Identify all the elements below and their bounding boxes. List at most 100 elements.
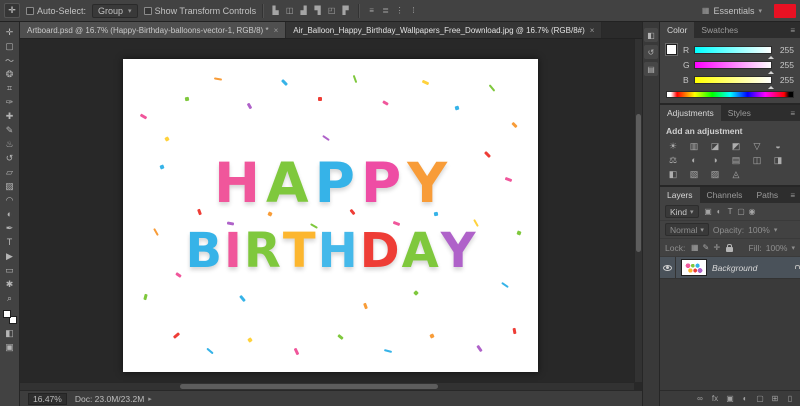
distribute-horizontal-icon[interactable]: ⁞ — [407, 5, 420, 17]
eyedropper-tool[interactable]: ✑ — [2, 95, 18, 109]
align-vertical-centers-icon[interactable]: ◰ — [325, 5, 338, 17]
lock-all-icon[interactable] — [726, 243, 734, 252]
foreground-color-swatch[interactable] — [665, 43, 678, 56]
exposure-icon[interactable]: ◩ — [729, 140, 743, 152]
filter-type-layers-icon[interactable]: T — [725, 206, 736, 218]
tab-swatches[interactable]: Swatches — [694, 22, 745, 38]
record-indicator[interactable] — [774, 3, 796, 18]
zoom-tool[interactable]: ⌕ — [2, 291, 18, 305]
tab-paths[interactable]: Paths — [749, 187, 785, 203]
selective-color-icon[interactable]: ◬ — [729, 168, 743, 180]
eraser-tool[interactable]: ▱ — [2, 165, 18, 179]
new-adjustment-layer-icon[interactable]: ◐ — [740, 393, 750, 405]
threshold-icon[interactable]: ▧ — [687, 168, 701, 180]
fill-value[interactable]: 100% — [766, 243, 788, 253]
vibrance-icon[interactable]: ▽ — [750, 140, 764, 152]
invert-icon[interactable]: ◨ — [771, 154, 785, 166]
channel-value[interactable]: 255 — [776, 60, 794, 70]
filter-pixel-layers-icon[interactable]: ▣ — [703, 206, 714, 218]
levels-icon[interactable]: ▥ — [687, 140, 701, 152]
properties-panel-icon[interactable]: ◧ — [644, 28, 658, 42]
horizontal-scrollbar[interactable] — [20, 382, 634, 390]
add-layer-mask-icon[interactable]: ▣ — [725, 393, 735, 405]
path-selection-tool[interactable]: ▶ — [2, 249, 18, 263]
layer-name[interactable]: Background — [712, 263, 794, 273]
zoom-level-field[interactable]: 16.47% — [28, 392, 67, 405]
lock-image-icon[interactable]: ✎ — [700, 242, 711, 254]
screen-mode-icon[interactable]: ▣ — [2, 340, 18, 354]
filter-adjustment-layers-icon[interactable]: ◐ — [714, 206, 725, 218]
panel-menu-icon[interactable]: ≡ — [785, 187, 800, 203]
distribute-left-icon[interactable]: ⋮ — [393, 5, 406, 17]
auto-select-group-dropdown[interactable]: Group ▾ — [92, 3, 138, 18]
align-left-edges-icon[interactable]: ▙ — [269, 5, 282, 17]
workspace-switcher[interactable]: ▦ Essentials ▾ — [696, 6, 768, 16]
align-top-edges-icon[interactable]: ▜ — [311, 5, 324, 17]
channel-slider[interactable] — [694, 75, 774, 89]
channel-mixer-icon[interactable]: ▤ — [729, 154, 743, 166]
document-size-info[interactable]: Doc: 23.0M/23.2M ▸ — [75, 394, 152, 404]
move-tool[interactable]: ✛ — [2, 25, 18, 39]
black-white-icon[interactable]: ◐ — [687, 154, 701, 166]
canvas-pasteboard[interactable]: HAPPY BIRTHDAY — [20, 39, 642, 390]
visibility-toggle[interactable] — [660, 257, 676, 278]
scrollbar-thumb[interactable] — [179, 384, 438, 389]
active-tool-icon[interactable]: ✛ — [4, 3, 20, 18]
gradient-map-icon[interactable]: ▨ — [708, 168, 722, 180]
distribute-top-icon[interactable]: ≡ — [365, 5, 378, 17]
hue-saturation-icon[interactable]: ◒ — [771, 140, 785, 152]
lock-transparency-icon[interactable]: ▦ — [689, 242, 700, 254]
gradient-tool[interactable]: ▨ — [2, 179, 18, 193]
vertical-scrollbar[interactable] — [634, 39, 642, 382]
healing-brush-tool[interactable]: ✚ — [2, 109, 18, 123]
history-brush-tool[interactable]: ↺ — [2, 151, 18, 165]
link-layers-icon[interactable]: ∞ — [695, 393, 705, 405]
channel-value[interactable]: 255 — [776, 45, 794, 55]
align-horizontal-centers-icon[interactable]: ◫ — [283, 5, 296, 17]
crop-tool[interactable]: ⌗ — [2, 81, 18, 95]
close-tab-icon[interactable]: × — [274, 26, 279, 35]
distribute-vertical-icon[interactable]: ≣ — [379, 5, 392, 17]
posterize-icon[interactable]: ◧ — [666, 168, 680, 180]
history-panel-icon[interactable]: ↺ — [644, 45, 658, 59]
clone-stamp-tool[interactable]: ♨ — [2, 137, 18, 151]
marquee-tool[interactable]: ▢ — [2, 39, 18, 53]
quick-mask-icon[interactable]: ◧ — [2, 326, 18, 340]
delete-layer-icon[interactable]: ▯ — [785, 393, 795, 405]
open-document[interactable]: HAPPY BIRTHDAY — [123, 59, 538, 372]
show-transform-controls-checkbox[interactable]: Show Transform Controls — [143, 6, 256, 16]
brush-tool[interactable]: ✎ — [2, 123, 18, 137]
filter-smart-objects-icon[interactable]: ◉ — [747, 206, 758, 218]
dodge-tool[interactable]: ◐ — [2, 207, 18, 221]
channel-slider[interactable] — [694, 60, 774, 74]
new-group-icon[interactable]: ▢ — [755, 393, 765, 405]
align-bottom-edges-icon[interactable]: ▛ — [339, 5, 352, 17]
hand-tool[interactable]: ✱ — [2, 277, 18, 291]
blur-tool[interactable]: ◠ — [2, 193, 18, 207]
channel-value[interactable]: 255 — [776, 75, 794, 85]
info-panel-icon[interactable]: ▤ — [644, 62, 658, 76]
slider-thumb-icon[interactable] — [768, 68, 774, 74]
color-lookup-icon[interactable]: ◫ — [750, 154, 764, 166]
new-layer-icon[interactable]: ⊞ — [770, 393, 780, 405]
lasso-tool[interactable]: 〜 — [2, 53, 18, 67]
lock-position-icon[interactable]: ✛ — [711, 242, 722, 254]
tab-layers[interactable]: Layers — [660, 187, 700, 203]
photo-filter-icon[interactable]: ◑ — [708, 154, 722, 166]
tab-adjustments[interactable]: Adjustments — [660, 105, 721, 121]
panel-menu-icon[interactable]: ≡ — [785, 105, 800, 121]
tab-artboard-psd[interactable]: Artboard.psd @ 16.7% (Happy-Birthday-bal… — [20, 22, 287, 38]
layer-effects-icon[interactable]: fx — [710, 393, 720, 405]
filter-kind-dropdown[interactable]: Kind ▾ — [665, 205, 699, 218]
color-balance-icon[interactable]: ⚖ — [666, 154, 680, 166]
scrollbar-thumb[interactable] — [636, 114, 641, 252]
quick-selection-tool[interactable]: ❂ — [2, 67, 18, 81]
slider-thumb-icon[interactable] — [768, 53, 774, 59]
layer-row-background[interactable]: Background — [660, 257, 800, 279]
close-tab-icon[interactable]: × — [590, 26, 595, 35]
brightness-contrast-icon[interactable]: ☀ — [666, 140, 680, 152]
shape-tool[interactable]: ▭ — [2, 263, 18, 277]
slider-thumb-icon[interactable] — [768, 83, 774, 89]
tab-color[interactable]: Color — [660, 22, 695, 38]
layer-thumbnail[interactable] — [681, 259, 707, 276]
